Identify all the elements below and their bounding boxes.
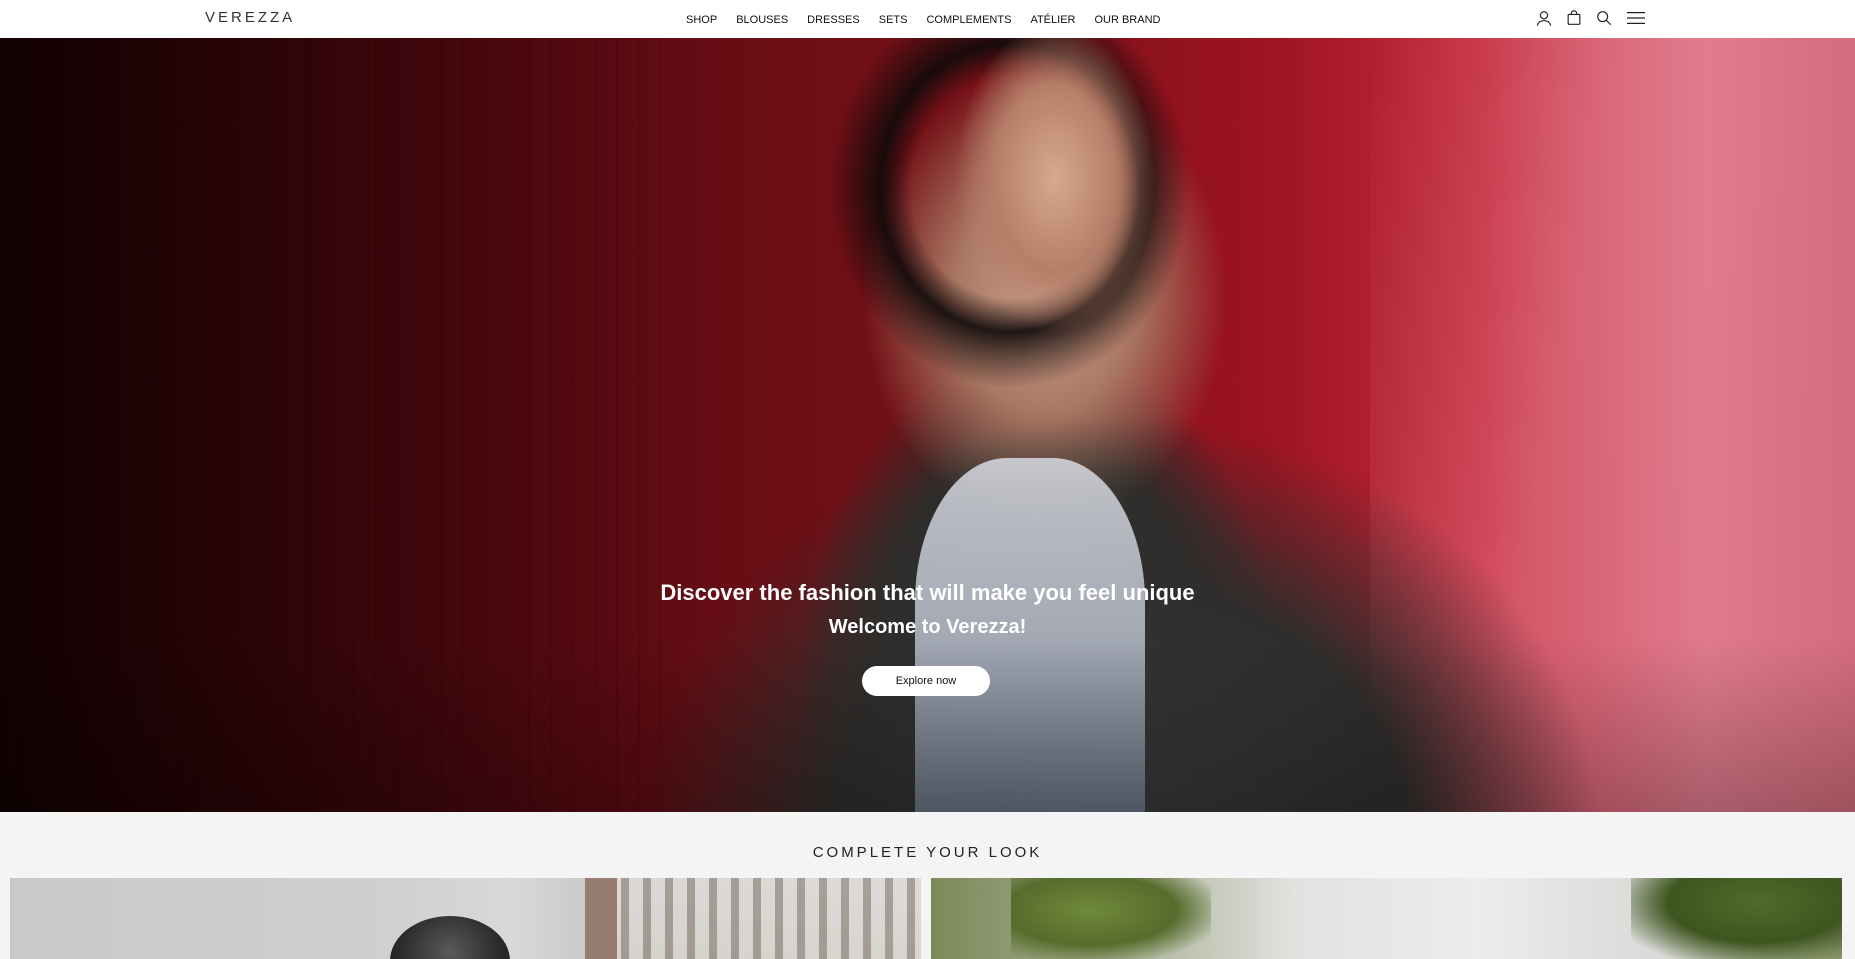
section-title: COMPLETE YOUR LOOK [812, 844, 1043, 861]
brand-logo[interactable]: VEREZZA [205, 9, 295, 26]
look-card-building [585, 878, 921, 959]
look-card-foliage [1011, 878, 1211, 959]
header-actions [1524, 8, 1648, 28]
site-header: VEREZZA SHOP BLOUSES DRESSES SETS COMPLE… [0, 0, 1855, 38]
explore-now-button[interactable]: Explore now [862, 666, 990, 696]
look-card-image[interactable] [10, 878, 921, 959]
look-card-foliage [1631, 878, 1842, 959]
search-icon[interactable] [1594, 8, 1614, 28]
nav-item-shop[interactable]: SHOP [686, 14, 717, 26]
hero-image-face [955, 38, 1155, 348]
hero-title: Discover the fashion that will make you … [660, 580, 1195, 605]
nav-item-our-brand[interactable]: OUR BRAND [1094, 14, 1160, 26]
nav-item-complements[interactable]: COMPLEMENTS [926, 14, 1011, 26]
look-card-image[interactable] [931, 878, 1842, 959]
hero-subtitle: Welcome to Verezza! [828, 616, 1027, 638]
nav-item-sets[interactable]: SETS [879, 14, 908, 26]
nav-item-blouses[interactable]: BLOUSES [736, 14, 788, 26]
nav-item-dresses[interactable]: DRESSES [807, 14, 860, 26]
bag-icon[interactable] [1564, 8, 1584, 28]
menu-icon[interactable] [1624, 8, 1648, 28]
user-icon[interactable] [1534, 8, 1554, 28]
main-nav: SHOP BLOUSES DRESSES SETS COMPLEMENTS AT… [686, 14, 1179, 26]
nav-item-atelier[interactable]: ATÉLIER [1030, 14, 1075, 26]
hero-image-fade [0, 638, 1855, 812]
look-card-model [390, 916, 510, 959]
